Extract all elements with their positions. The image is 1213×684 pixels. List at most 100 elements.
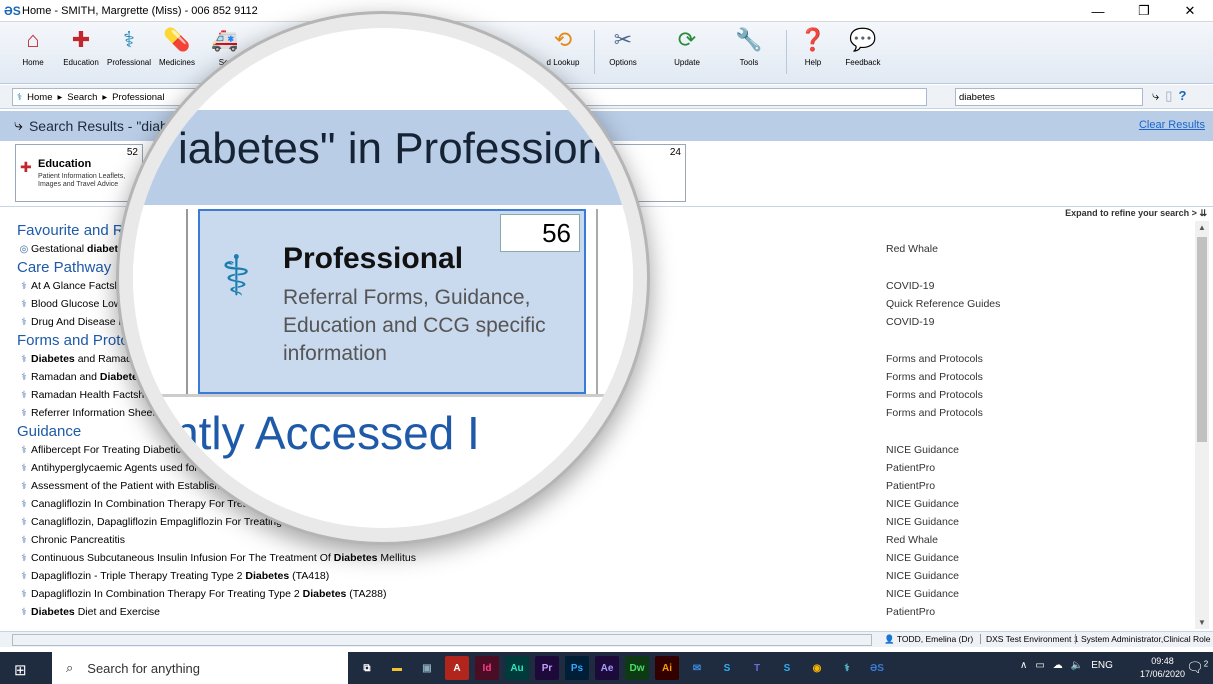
- result-title[interactable]: Aflibercept For Treating Diabetic M: [31, 444, 193, 456]
- ribbon-help-button[interactable]: ❓ Help: [792, 26, 834, 78]
- app-icon[interactable]: ▣: [415, 656, 439, 680]
- result-title[interactable]: Gestational diabet: [31, 243, 118, 255]
- result-source: PatientPro: [886, 606, 936, 618]
- photoshop-icon[interactable]: Ps: [565, 656, 589, 680]
- user-icon: 👤: [884, 634, 895, 644]
- ribbon-options-button[interactable]: ✂ Options: [602, 26, 644, 78]
- result-title[interactable]: Blood Glucose Low: [31, 298, 121, 310]
- close-button[interactable]: ✕: [1167, 0, 1213, 22]
- result-title[interactable]: Dapagliflozin In Combination Therapy For…: [31, 588, 386, 600]
- wrench-icon: 🔧: [735, 27, 763, 52]
- clear-results-link[interactable]: Clear Results: [1139, 119, 1205, 131]
- category-card-education[interactable]: 52 ✚ Education Patient Information Leafl…: [15, 144, 143, 202]
- taskbar-clock[interactable]: 09:48 17/06/2020: [1140, 655, 1185, 681]
- result-row[interactable]: ⚕ Continuous Subcutaneous Insulin Infusio…: [0, 549, 1195, 567]
- ribbon-tools-button[interactable]: 🔧 Tools: [728, 26, 770, 78]
- scroll-down-icon[interactable]: ▼: [1195, 618, 1209, 627]
- volume-icon[interactable]: 🔈: [1071, 660, 1083, 671]
- help-icon[interactable]: ?: [1178, 88, 1186, 104]
- result-title[interactable]: Assessment of the Patient with Establish…: [31, 480, 232, 492]
- ribbon-lookup-button[interactable]: ⟲ d Lookup: [542, 26, 584, 78]
- result-row[interactable]: ⚕ Antihyperglycaemic Agents used for Pati…: [0, 459, 1195, 477]
- ribbon-home-button[interactable]: ⌂ Home: [12, 26, 54, 78]
- result-title[interactable]: Diabetes and Ramad.: [31, 353, 135, 365]
- result-title[interactable]: Antihyperglycaemic Agents used for: [31, 462, 198, 474]
- file-explorer-icon[interactable]: ▬: [385, 656, 409, 680]
- after-effects-icon[interactable]: Ae: [595, 656, 619, 680]
- caduceus-icon[interactable]: ⚕: [835, 656, 859, 680]
- dreamweaver-icon[interactable]: Dw: [625, 656, 649, 680]
- result-source: NICE Guidance: [886, 552, 959, 564]
- scrollbar-thumb[interactable]: [1197, 237, 1207, 442]
- illustrator-icon[interactable]: Ai: [655, 656, 679, 680]
- status-role: System Administrator,Clinical Role: [1075, 634, 1210, 644]
- magnified-search-title: iabetes" in Professiona: [178, 124, 627, 173]
- result-source: COVID-19: [886, 280, 935, 292]
- premiere-icon[interactable]: Pr: [535, 656, 559, 680]
- result-row[interactable]: ⚕ Chronic Pancreatitis Red Whale: [0, 531, 1195, 549]
- result-source: Forms and Protocols: [886, 371, 983, 383]
- result-source: Forms and Protocols: [886, 389, 983, 401]
- acrobat-icon[interactable]: A: [445, 656, 469, 680]
- result-title[interactable]: Chronic Pancreatitis: [31, 534, 125, 546]
- ribbon-services-button[interactable]: 🚑 Ser: [204, 26, 246, 78]
- result-source: NICE Guidance: [886, 516, 959, 528]
- breadcrumb-professional[interactable]: Professional: [112, 92, 164, 103]
- skype-business-icon[interactable]: S: [775, 656, 799, 680]
- result-title[interactable]: Continuous Subcutaneous Insulin Infusion…: [31, 552, 416, 564]
- network-icon[interactable]: ▭: [1035, 660, 1044, 671]
- indesign-icon[interactable]: Id: [475, 656, 499, 680]
- language-indicator[interactable]: ENG: [1091, 660, 1113, 671]
- window-title: Home - SMITH, Margrette (Miss) - 006 852…: [22, 4, 258, 17]
- expand-refine-link[interactable]: Expand to refine your search > ⇊: [1065, 208, 1207, 219]
- skype-icon[interactable]: S: [715, 656, 739, 680]
- result-title[interactable]: At A Glance Factsl: [31, 280, 117, 292]
- outlook-icon[interactable]: ✉: [685, 656, 709, 680]
- ribbon-education-button[interactable]: ✚ Education: [60, 26, 102, 78]
- options-icon: ✂: [613, 27, 633, 52]
- breadcrumb-home[interactable]: Home: [27, 92, 52, 103]
- task-view-icon[interactable]: ⧉: [355, 656, 379, 680]
- result-row[interactable]: ⚕ Dapagliflozin - Triple Therapy Treating…: [0, 567, 1195, 585]
- teams-icon[interactable]: T: [745, 656, 769, 680]
- taskbar-search[interactable]: ⌕ Search for anything: [52, 652, 348, 684]
- result-title[interactable]: Canagliflozin, Dapagliflozin Empaglifloz…: [31, 516, 316, 528]
- card-description: Patient Information Leaflets, Images and…: [38, 173, 126, 188]
- result-row[interactable]: ⚕ Canagliflozin, Dapagliflozin Empagliflo…: [0, 513, 1195, 531]
- result-title[interactable]: Canagliflozin In Combination Therapy For…: [31, 498, 265, 510]
- ribbon-professional-button[interactable]: ⚕ Professional: [107, 26, 151, 78]
- result-title[interactable]: Diabetes Diet and Exercise: [31, 606, 160, 618]
- caduceus-icon: ⚕: [21, 444, 27, 456]
- ribbon-update-button[interactable]: ⟳ Update: [666, 26, 708, 78]
- result-row[interactable]: ⚕ Diabetes Diet and Exercise PatientPro: [0, 603, 1195, 621]
- chrome-icon[interactable]: ◉: [805, 656, 829, 680]
- ribbon-medicines-button[interactable]: 💊 Medicines: [156, 26, 198, 78]
- result-row[interactable]: ⚕ Canagliflozin In Combination Therapy Fo…: [0, 495, 1195, 513]
- lookup-icon: ⟲: [553, 27, 573, 52]
- result-title[interactable]: Ramadan and Diabetes: [31, 371, 144, 383]
- ribbon-feedback-button[interactable]: 💬 Feedback: [842, 26, 884, 78]
- result-row[interactable]: ⚕ Dapagliflozin In Combination Therapy Fo…: [0, 585, 1195, 603]
- restore-button[interactable]: ❐: [1121, 0, 1167, 22]
- results-scrollbar[interactable]: ▲ ▼: [1195, 221, 1209, 629]
- search-input[interactable]: [955, 88, 1143, 106]
- result-title[interactable]: Referrer Information Sheet: [31, 407, 155, 419]
- windows-start-icon[interactable]: ⊞: [14, 661, 27, 679]
- result-row[interactable]: ⚕ Assessment of the Patient with Establis…: [0, 477, 1195, 495]
- audition-icon[interactable]: Au: [505, 656, 529, 680]
- document-icon[interactable]: ▯: [1165, 88, 1172, 104]
- onedrive-icon[interactable]: ☁: [1053, 660, 1063, 671]
- chevron-up-icon[interactable]: ∧: [1020, 660, 1027, 671]
- dxs-app-icon[interactable]: ƏS: [865, 656, 889, 680]
- result-title[interactable]: Drug And Disease F: [31, 316, 125, 328]
- caduceus-icon: ⚕: [21, 570, 27, 582]
- breadcrumb-search[interactable]: Search: [67, 92, 97, 103]
- minimize-button[interactable]: —: [1075, 0, 1121, 22]
- caduceus-icon: ⚕: [21, 552, 27, 564]
- scroll-up-icon[interactable]: ▲: [1195, 223, 1209, 232]
- caduceus-icon: ⚕: [123, 27, 135, 52]
- notification-icon[interactable]: 🗨2: [1186, 659, 1208, 676]
- education-icon: ✚: [20, 159, 32, 175]
- search-results-icon[interactable]: ⤷: [1152, 88, 1159, 104]
- result-title[interactable]: Dapagliflozin - Triple Therapy Treating …: [31, 570, 329, 582]
